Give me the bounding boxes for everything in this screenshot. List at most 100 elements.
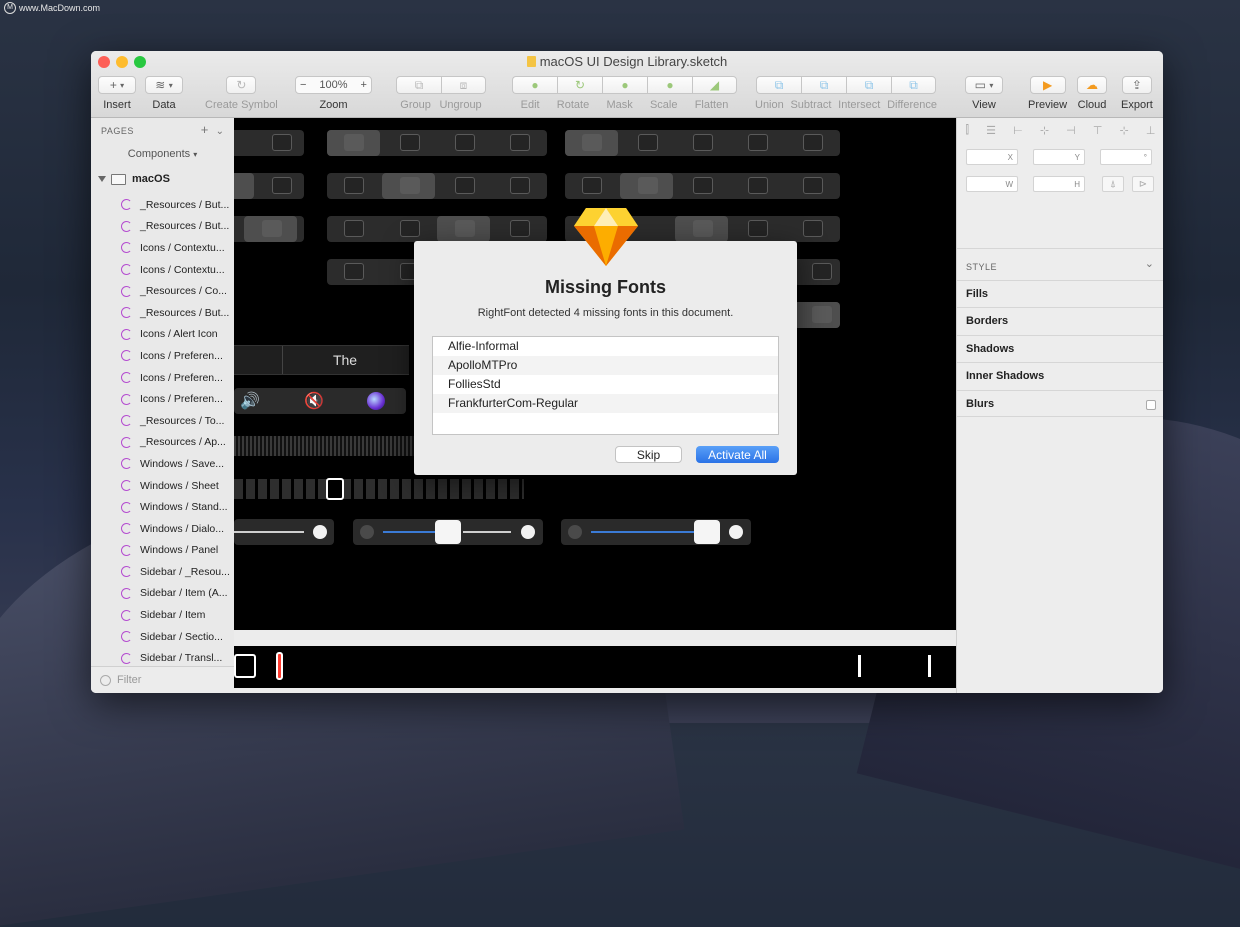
layer-item[interactable]: Sidebar / _Resou... [91,561,234,583]
layer-item[interactable]: Windows / Sheet [91,475,234,497]
layer-item[interactable]: Icons / Preferen... [91,367,234,389]
shadows-section[interactable]: Shadows [957,335,1163,362]
y-field[interactable]: Y [1033,149,1085,165]
layer-label: Sidebar / Sectio... [140,630,223,643]
layer-item[interactable]: _Resources / But... [91,216,234,238]
page-group-macos[interactable]: macOS [91,169,234,189]
layer-item[interactable]: Sidebar / Item [91,604,234,626]
ungroup-button[interactable]: ⧈ [441,76,486,94]
layer-item[interactable]: _Resources / But... [91,302,234,324]
create-symbol-tool[interactable]: ↻ Create Symbol [205,76,278,111]
fills-section[interactable]: Fills [957,280,1163,307]
zoom-out-button[interactable]: − [300,79,306,91]
rotation-field[interactable]: ° [1100,149,1152,165]
layer-item[interactable]: Windows / Stand... [91,496,234,518]
layer-item[interactable]: Sidebar / Item (A... [91,583,234,605]
flip-horizontal-button[interactable]: ⍋ [1102,176,1124,192]
edit-button[interactable]: ● [512,76,557,94]
align-left-icon[interactable]: ⊢ [1013,124,1023,137]
view-tool[interactable]: ▭ ▾ View [965,76,1003,111]
font-list-item[interactable]: ApolloMTPro [433,356,778,375]
mask-button[interactable]: ● [602,76,647,94]
zoom-level[interactable]: 100% [319,79,347,91]
scrubber-thumbnails[interactable] [234,478,524,500]
layer-item[interactable]: _Resources / But... [91,194,234,216]
disclosure-triangle-icon[interactable] [98,176,106,182]
scrubber-waveform[interactable] [234,436,416,456]
layer-item[interactable]: Icons / Alert Icon [91,324,234,346]
activate-all-button[interactable]: Activate All [696,446,779,463]
flip-vertical-button[interactable]: ⊳ [1132,176,1154,192]
cloud-button[interactable]: ☁ [1077,76,1107,94]
layer-item[interactable]: Windows / Panel [91,540,234,562]
layer-item[interactable]: _Resources / Co... [91,280,234,302]
flatten-button[interactable]: ◢ [692,76,737,94]
filter-field[interactable]: Filter [91,666,234,693]
mute-icon[interactable]: 🔇 [304,391,324,411]
subtract-button[interactable]: ⧉ [801,76,846,94]
difference-button[interactable]: ⧉ [891,76,936,94]
group-tool[interactable]: ⧉ ⧈ Group Ungroup [396,76,486,111]
align-center-icon[interactable]: ⊹ [1040,124,1049,137]
insert-button[interactable]: + ▾ [98,76,136,94]
slider-knob[interactable] [313,525,327,539]
height-field[interactable]: H [1033,176,1085,192]
view-button[interactable]: ▭ ▾ [965,76,1003,94]
distribute-vertical-icon[interactable]: ☰ [986,124,996,137]
borders-section[interactable]: Borders [957,307,1163,334]
siri-icon[interactable] [367,392,385,410]
collapse-pages-icon[interactable]: ⌄ [216,126,224,137]
color-picker-handle[interactable] [276,652,283,680]
layer-item[interactable]: Icons / Preferen... [91,345,234,367]
scrubber-selection[interactable] [326,478,344,500]
layer-item[interactable]: _Resources / Ap... [91,432,234,454]
color-picker-handle[interactable] [928,655,931,677]
insert-tool[interactable]: + ▾ Insert [98,76,136,111]
data-button[interactable]: ≋ ▾ [145,76,183,94]
layer-item[interactable]: Sidebar / Sectio... [91,626,234,648]
layer-item[interactable]: Icons / Preferen... [91,388,234,410]
layer-item[interactable]: _Resources / To... [91,410,234,432]
inner-shadows-section[interactable]: Inner Shadows [957,362,1163,389]
layer-item[interactable]: Windows / Dialo... [91,518,234,540]
blur-checkbox[interactable] [1146,400,1156,410]
create-symbol-button[interactable]: ↻ [226,76,257,94]
color-picker-handle[interactable] [858,655,861,677]
scale-button[interactable]: ● [647,76,692,94]
color-swatch-selected[interactable] [234,654,256,678]
align-bottom-icon[interactable]: ⊥ [1146,124,1156,137]
export-tool[interactable]: ⇪ Export [1121,76,1153,111]
page-selector[interactable]: Components ▾ [91,148,234,160]
align-top-icon[interactable]: ⊤ [1093,124,1103,137]
alignment-toolbar: ⫿ ☰ ⊢ ⊹ ⊣ ⊤ ⊹ ⊥ [957,120,1163,140]
add-page-icon[interactable]: + [201,122,209,137]
intersect-button[interactable]: ⧉ [846,76,891,94]
width-field[interactable]: W [966,176,1018,192]
align-middle-icon[interactable]: ⊹ [1120,124,1129,137]
font-list-item[interactable]: Alfie-Informal [433,337,778,356]
layer-item[interactable]: Icons / Contextu... [91,237,234,259]
volume-up-icon[interactable]: 🔊 [240,391,260,411]
union-button[interactable]: ⧉ [756,76,801,94]
export-button[interactable]: ⇪ [1121,76,1152,94]
slider-knob[interactable] [694,520,720,544]
blurs-section[interactable]: Blurs [957,390,1163,417]
distribute-horizontal-icon[interactable]: ⫿ [966,124,970,137]
x-field[interactable]: X [966,149,1018,165]
layer-item[interactable]: Icons / Contextu... [91,259,234,281]
zoom-in-button[interactable]: + [361,79,367,91]
segment-label[interactable]: The [284,346,406,374]
rotate-button[interactable]: ↻ [557,76,602,94]
cloud-tool[interactable]: ☁ Cloud [1077,76,1107,111]
align-right-icon[interactable]: ⊣ [1066,124,1076,137]
chevron-down-icon[interactable]: ⌄ [1145,257,1154,270]
data-tool[interactable]: ≋ ▾ Data [145,76,183,111]
font-list-item[interactable]: FrankfurterCom-Regular [433,394,778,413]
layer-item[interactable]: Windows / Save... [91,453,234,475]
slider-knob[interactable] [435,520,461,544]
skip-button[interactable]: Skip [615,446,682,463]
group-button[interactable]: ⧉ [396,76,441,94]
font-list-item[interactable]: FolliesStd [433,375,778,394]
preview-tool[interactable]: ▶ Preview [1028,76,1067,111]
preview-button[interactable]: ▶ [1029,76,1066,94]
